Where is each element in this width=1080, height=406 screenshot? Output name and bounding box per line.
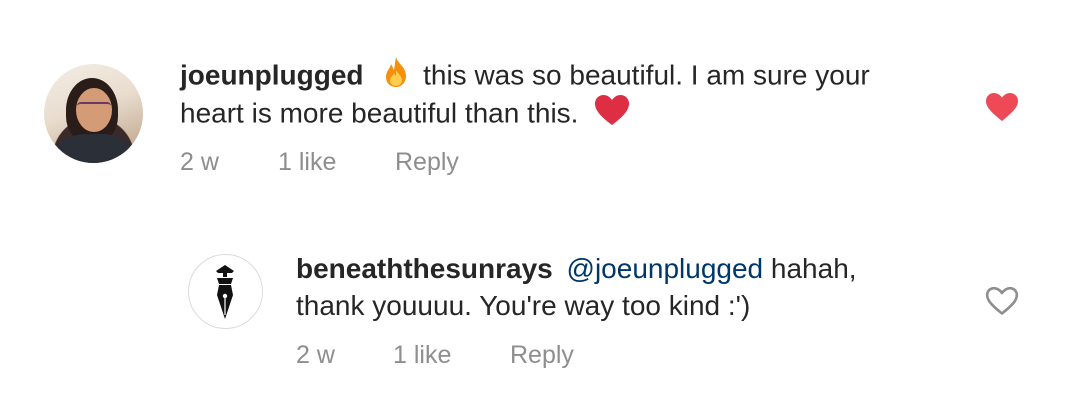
reply-username[interactable]: beneaththesunrays bbox=[296, 253, 553, 284]
heart-outline-icon[interactable] bbox=[985, 286, 1019, 316]
avatar[interactable] bbox=[188, 254, 263, 329]
comment-text-cont: heart is more beautiful than this. bbox=[180, 97, 579, 129]
comment-likes[interactable]: 1 like bbox=[278, 148, 336, 177]
fire-emoji bbox=[381, 56, 411, 98]
reply-meta: 2 w 1 like Reply bbox=[296, 341, 696, 373]
avatar-glasses bbox=[77, 102, 111, 112]
avatar-body bbox=[58, 134, 130, 163]
reply-text: hahah, bbox=[770, 253, 857, 284]
comment-username[interactable]: joeunplugged bbox=[180, 59, 364, 90]
heart-filled-icon[interactable] bbox=[985, 92, 1019, 122]
reply-likes[interactable]: 1 like bbox=[393, 341, 451, 370]
reply-text-line-2: thank youuuu. You're way too kind :') bbox=[296, 287, 750, 325]
reply-reply-button[interactable]: Reply bbox=[510, 341, 574, 370]
comment-reply-button[interactable]: Reply bbox=[395, 148, 459, 177]
comment-text-line-1: joeunplugged this was so beautiful. I am… bbox=[180, 56, 870, 98]
reply-mention-link[interactable]: @joeunplugged bbox=[567, 253, 764, 284]
comment-time: 2 w bbox=[180, 148, 219, 176]
reply-text-line-1: beneaththesunrays @joeunplugged hahah, bbox=[296, 250, 857, 288]
avatar[interactable] bbox=[44, 64, 143, 163]
reply-time: 2 w bbox=[296, 341, 335, 369]
red-heart-emoji bbox=[594, 94, 630, 136]
comment-meta: 2 w 1 like Reply bbox=[180, 148, 580, 180]
comment-text-line-2: heart is more beautiful than this. bbox=[180, 94, 630, 136]
fountain-pen-logo-icon bbox=[216, 265, 234, 319]
comment-text: this was so beautiful. I am sure your bbox=[423, 59, 870, 91]
reply-text-cont: thank youuuu. You're way too kind :') bbox=[296, 290, 751, 321]
